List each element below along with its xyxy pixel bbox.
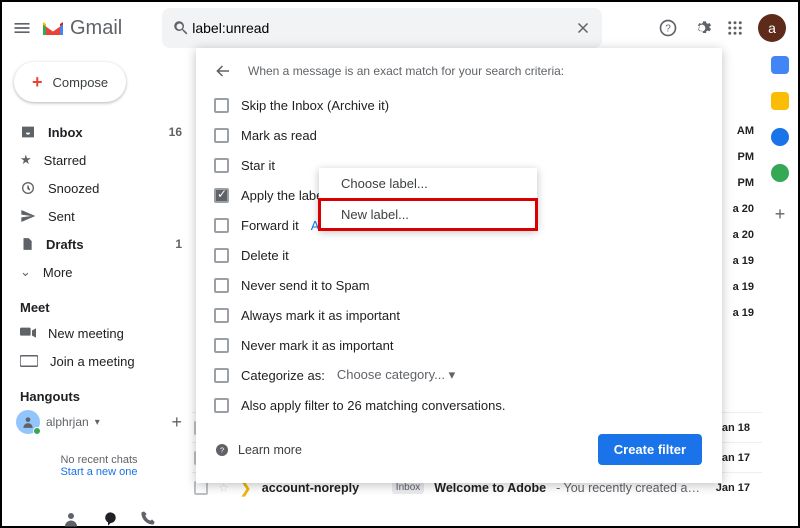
hangouts-icon[interactable]: [102, 510, 118, 528]
search-icon: [172, 19, 190, 37]
filter-option-skip-inbox[interactable]: Skip the Inbox (Archive it): [214, 90, 702, 120]
meet-header: Meet: [20, 300, 192, 315]
checkbox-icon[interactable]: [214, 398, 229, 413]
create-filter-button[interactable]: Create filter: [598, 434, 702, 465]
user-avatar-icon: [16, 410, 40, 434]
filter-option-always-important[interactable]: Always mark it as important: [214, 300, 702, 330]
sidebar: + Compose Inbox16 ★Starred Snoozed Sent …: [2, 54, 192, 502]
clock-icon: [20, 180, 36, 196]
preview-date-column: AMPMPMa 20a 20a 19a 19a 19: [733, 118, 754, 326]
settings-icon[interactable]: [692, 18, 712, 38]
nav-drafts[interactable]: Drafts1: [6, 230, 192, 258]
meet-join-meeting[interactable]: Join a meeting: [6, 347, 192, 375]
apps-icon[interactable]: [726, 19, 744, 37]
filter-option-never-spam[interactable]: Never send it to Spam: [214, 270, 702, 300]
label-option-choose[interactable]: Choose label...: [319, 168, 537, 199]
addons-icon[interactable]: +: [775, 204, 786, 225]
chat-tray: [62, 510, 156, 528]
phone-icon[interactable]: [140, 510, 156, 528]
checkbox-icon[interactable]: [214, 158, 229, 173]
checkbox-icon[interactable]: [214, 338, 229, 353]
nav-inbox[interactable]: Inbox16: [6, 118, 192, 146]
file-icon: [20, 236, 34, 252]
search-input[interactable]: [190, 19, 574, 37]
send-icon: [20, 208, 36, 224]
filter-option-categorize[interactable]: Categorize as:Choose category... ▾: [214, 360, 702, 390]
checkbox-icon[interactable]: [214, 188, 229, 203]
presence-dot-icon: [33, 427, 41, 435]
nav-starred[interactable]: ★Starred: [6, 146, 192, 174]
filter-option-delete[interactable]: Delete it: [214, 240, 702, 270]
start-new-chat-link[interactable]: Start a new one: [6, 466, 192, 478]
label-option-new-label[interactable]: New label...: [319, 199, 537, 230]
nav-snoozed[interactable]: Snoozed: [6, 174, 192, 202]
help-icon: ?: [214, 442, 230, 458]
category-select[interactable]: Choose category... ▾: [337, 367, 455, 383]
filter-panel: When a message is an exact match for you…: [196, 48, 722, 483]
hangouts-user-row[interactable]: alphrjan ▾ +: [6, 408, 192, 436]
keyboard-icon: [20, 355, 38, 367]
svg-text:?: ?: [220, 445, 224, 454]
checkbox-icon[interactable]: [214, 218, 229, 233]
calendar-icon[interactable]: [771, 56, 789, 74]
camera-icon: [20, 327, 36, 339]
star-icon: ★: [20, 152, 32, 168]
label-dropdown: Choose label... New label...: [319, 168, 537, 230]
inbox-icon: [20, 124, 36, 140]
filter-option-apply-to-matching[interactable]: Also apply filter to 26 matching convers…: [214, 390, 702, 420]
person-icon[interactable]: [62, 510, 80, 528]
contacts-icon[interactable]: [771, 164, 789, 182]
add-chat-icon[interactable]: +: [171, 412, 182, 433]
back-icon[interactable]: [214, 62, 232, 80]
plus-icon: +: [32, 72, 43, 93]
svg-text:?: ?: [665, 23, 671, 34]
help-icon[interactable]: ?: [658, 18, 678, 38]
product-name: Gmail: [70, 17, 122, 40]
right-side-panel: +: [764, 56, 796, 225]
nav-sent[interactable]: Sent: [6, 202, 192, 230]
learn-more-link[interactable]: ?Learn more: [214, 442, 302, 458]
checkbox-icon[interactable]: [214, 278, 229, 293]
filter-option-never-important[interactable]: Never mark it as important: [214, 330, 702, 360]
checkbox-icon[interactable]: [214, 368, 229, 383]
keep-icon[interactable]: [771, 92, 789, 110]
nav-more[interactable]: ⌄More: [6, 258, 192, 286]
hamburger-icon[interactable]: [12, 18, 32, 38]
compose-label: Compose: [53, 75, 109, 90]
chevron-down-icon[interactable]: ▾: [95, 417, 100, 428]
checkbox-icon[interactable]: [214, 308, 229, 323]
search-bar[interactable]: [162, 8, 602, 48]
panel-title: When a message is an exact match for you…: [248, 64, 564, 78]
checkbox-icon[interactable]: [214, 128, 229, 143]
gmail-logo: Gmail: [40, 17, 122, 40]
clear-search-icon[interactable]: [574, 19, 592, 37]
no-recent-chats: No recent chats: [6, 454, 192, 466]
hangouts-header: Hangouts: [20, 389, 192, 404]
checkbox-icon[interactable]: [214, 98, 229, 113]
chevron-down-icon: ⌄: [20, 264, 31, 280]
checkbox-icon[interactable]: [214, 248, 229, 263]
account-avatar[interactable]: a: [758, 14, 786, 42]
compose-button[interactable]: + Compose: [14, 62, 126, 102]
meet-new-meeting[interactable]: New meeting: [6, 319, 192, 347]
filter-option-mark-read[interactable]: Mark as read: [214, 120, 702, 150]
tasks-icon[interactable]: [771, 128, 789, 146]
